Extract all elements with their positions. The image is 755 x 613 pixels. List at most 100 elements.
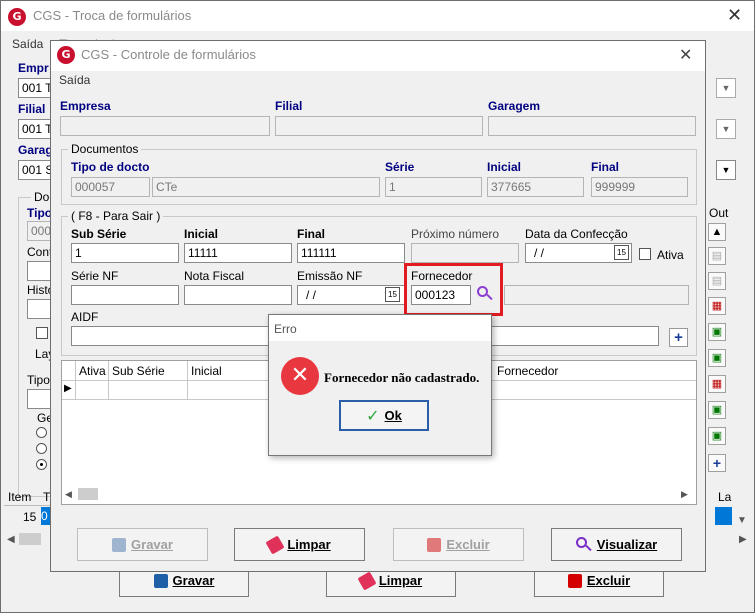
outer-hscroll-left-icon[interactable]: ◀ xyxy=(7,534,15,545)
excluir-button[interactable]: Excluir xyxy=(393,528,524,561)
outer-title: CGS - Troca de formulários xyxy=(33,8,192,23)
final-label: Final xyxy=(297,227,326,241)
gravar-button[interactable]: Gravar xyxy=(77,528,208,561)
inner-menu-saida[interactable]: Saída xyxy=(59,73,90,87)
outer-empresa-dropdown-icon[interactable]: ▼ xyxy=(716,78,736,98)
error-icon: ✕ xyxy=(281,357,319,395)
grid-col-subserie: Sub Série xyxy=(112,364,165,378)
outer-checkbox[interactable] xyxy=(36,327,48,339)
ativa-label: Ativa xyxy=(657,248,684,262)
floppy-icon xyxy=(112,537,127,552)
data-confeccao-label: Data da Confecção xyxy=(525,227,628,241)
emissao-nf-label: Emissão NF xyxy=(297,269,363,283)
error-message: Fornecedor não cadastrado. xyxy=(324,370,480,385)
cgs-logo-icon: G xyxy=(57,46,75,64)
add-aidf-icon[interactable]: + xyxy=(669,328,688,347)
subserie-label: Sub Série xyxy=(71,227,127,241)
proximo-numero-field xyxy=(411,243,519,263)
eraser-icon xyxy=(357,570,377,591)
outer-garagem-dropdown-icon[interactable]: ▼ xyxy=(716,160,736,180)
fornecedor-name-field xyxy=(504,285,689,305)
outer-tool-1-icon[interactable]: ▤ xyxy=(708,247,726,265)
serie-nf-label: Série NF xyxy=(71,269,119,283)
outer-tool-7-icon[interactable]: ▣ xyxy=(708,401,726,419)
outer-add-icon[interactable]: + xyxy=(708,454,726,472)
subserie-field[interactable]: 1 xyxy=(71,243,179,263)
nota-fiscal-field[interactable] xyxy=(184,285,292,305)
grid-divider xyxy=(75,361,76,399)
inicial-field[interactable]: 11111 xyxy=(184,243,292,263)
tipo-docto-label: Tipo de docto xyxy=(71,160,150,174)
outer-close-icon[interactable]: ✕ xyxy=(727,5,742,26)
outer-vscroll-down-icon[interactable]: ▼ xyxy=(737,515,747,526)
filial-label: Filial xyxy=(275,99,303,113)
grid-col-fornecedor: Fornecedor xyxy=(497,364,559,378)
grid-divider xyxy=(108,361,109,399)
serie-nf-field[interactable] xyxy=(71,285,179,305)
outer-garagem-label: Garag xyxy=(18,143,53,157)
emissao-calendar-icon[interactable]: 15 xyxy=(385,287,400,302)
grid-row-indicator-icon: ▶ xyxy=(64,383,72,394)
outer-cont-label: Cont xyxy=(27,245,53,259)
outer-tool-2-icon[interactable]: ▤ xyxy=(708,272,726,290)
outer-tool-5-icon[interactable]: ▣ xyxy=(708,349,726,367)
grid-col-inicial: Inicial xyxy=(191,364,222,378)
ativa-checkbox[interactable] xyxy=(639,248,651,260)
trash-icon xyxy=(567,573,582,588)
outer-hscroll-right-icon[interactable]: ▶ xyxy=(739,534,747,545)
doc-inicial-field: 377665 xyxy=(487,177,584,197)
outer-spin-icon[interactable]: ▲ xyxy=(708,223,726,241)
error-dialog: Erro ✕ Fornecedor não cadastrado. ✓ Ok xyxy=(268,314,492,456)
inner-title: CGS - Controle de formulários xyxy=(81,47,256,62)
outer-grid-row-item[interactable]: 15 xyxy=(23,510,36,524)
trash-icon xyxy=(427,537,442,552)
outer-hscroll-thumb[interactable] xyxy=(19,533,41,545)
outer-radio-2[interactable] xyxy=(36,443,47,454)
proximo-numero-label: Próximo número xyxy=(411,227,500,241)
outer-radio-3[interactable] xyxy=(36,459,47,470)
limpar-button[interactable]: Limpar xyxy=(234,528,365,561)
error-dialog-title: Erro xyxy=(274,322,297,336)
empresa-field xyxy=(60,116,270,136)
outer-tab-out[interactable]: Out xyxy=(709,206,728,220)
outer-radio-1[interactable] xyxy=(36,427,47,438)
grid-hscroll-thumb[interactable] xyxy=(78,488,98,500)
garagem-field xyxy=(488,116,696,136)
outer-filial-label: Filial xyxy=(18,102,46,116)
outer-grid-col-item: Item xyxy=(8,490,32,504)
visualizar-button[interactable]: Visualizar xyxy=(551,528,682,561)
outer-tipo-label: Tipo xyxy=(27,206,53,220)
tipo-docto-name-field: CTe xyxy=(152,177,380,197)
grid-hscroll-left-icon[interactable]: ◀ xyxy=(65,489,72,500)
outer-grid-col-la: La xyxy=(718,490,732,504)
outer-tipo2-label: Tipo xyxy=(27,373,50,387)
check-icon: ✓ xyxy=(366,406,380,425)
documentos-caption: Documentos xyxy=(68,142,142,156)
eraser-icon xyxy=(265,534,285,555)
fornecedor-field[interactable]: 000123 xyxy=(411,285,471,305)
outer-tool-3-icon[interactable]: ▦ xyxy=(708,297,726,315)
outer-tool-8-icon[interactable]: ▣ xyxy=(708,427,726,445)
nota-fiscal-label: Nota Fiscal xyxy=(184,269,245,283)
floppy-icon xyxy=(153,573,168,588)
error-dialog-title-bar xyxy=(269,315,491,341)
inner-close-icon[interactable]: ✕ xyxy=(679,45,692,65)
outer-tool-4-icon[interactable]: ▣ xyxy=(708,323,726,341)
grid-hscroll-right-icon[interactable]: ▶ xyxy=(681,489,688,500)
f8-caption: ( F8 - Para Sair ) xyxy=(68,209,164,223)
outer-menu-saida[interactable]: Saída xyxy=(12,37,43,51)
outer-grid-right-selected[interactable] xyxy=(715,507,732,525)
doc-final-field: 999999 xyxy=(591,177,688,197)
serie-field: 1 xyxy=(385,177,482,197)
garagem-label: Garagem xyxy=(488,99,541,113)
final-field[interactable]: 111111 xyxy=(297,243,405,263)
cgs-logo-icon: G xyxy=(8,8,26,26)
serie-label: Série xyxy=(385,160,415,174)
outer-filial-dropdown-icon[interactable]: ▼ xyxy=(716,119,736,139)
aidf-label: AIDF xyxy=(71,310,99,324)
outer-empresa-label: Empr xyxy=(18,61,49,75)
search-icon[interactable] xyxy=(477,286,493,302)
ok-button[interactable]: ✓ Ok xyxy=(339,400,429,431)
outer-tool-6-icon[interactable]: ▦ xyxy=(708,375,726,393)
calendar-icon[interactable]: 15 xyxy=(614,245,629,260)
